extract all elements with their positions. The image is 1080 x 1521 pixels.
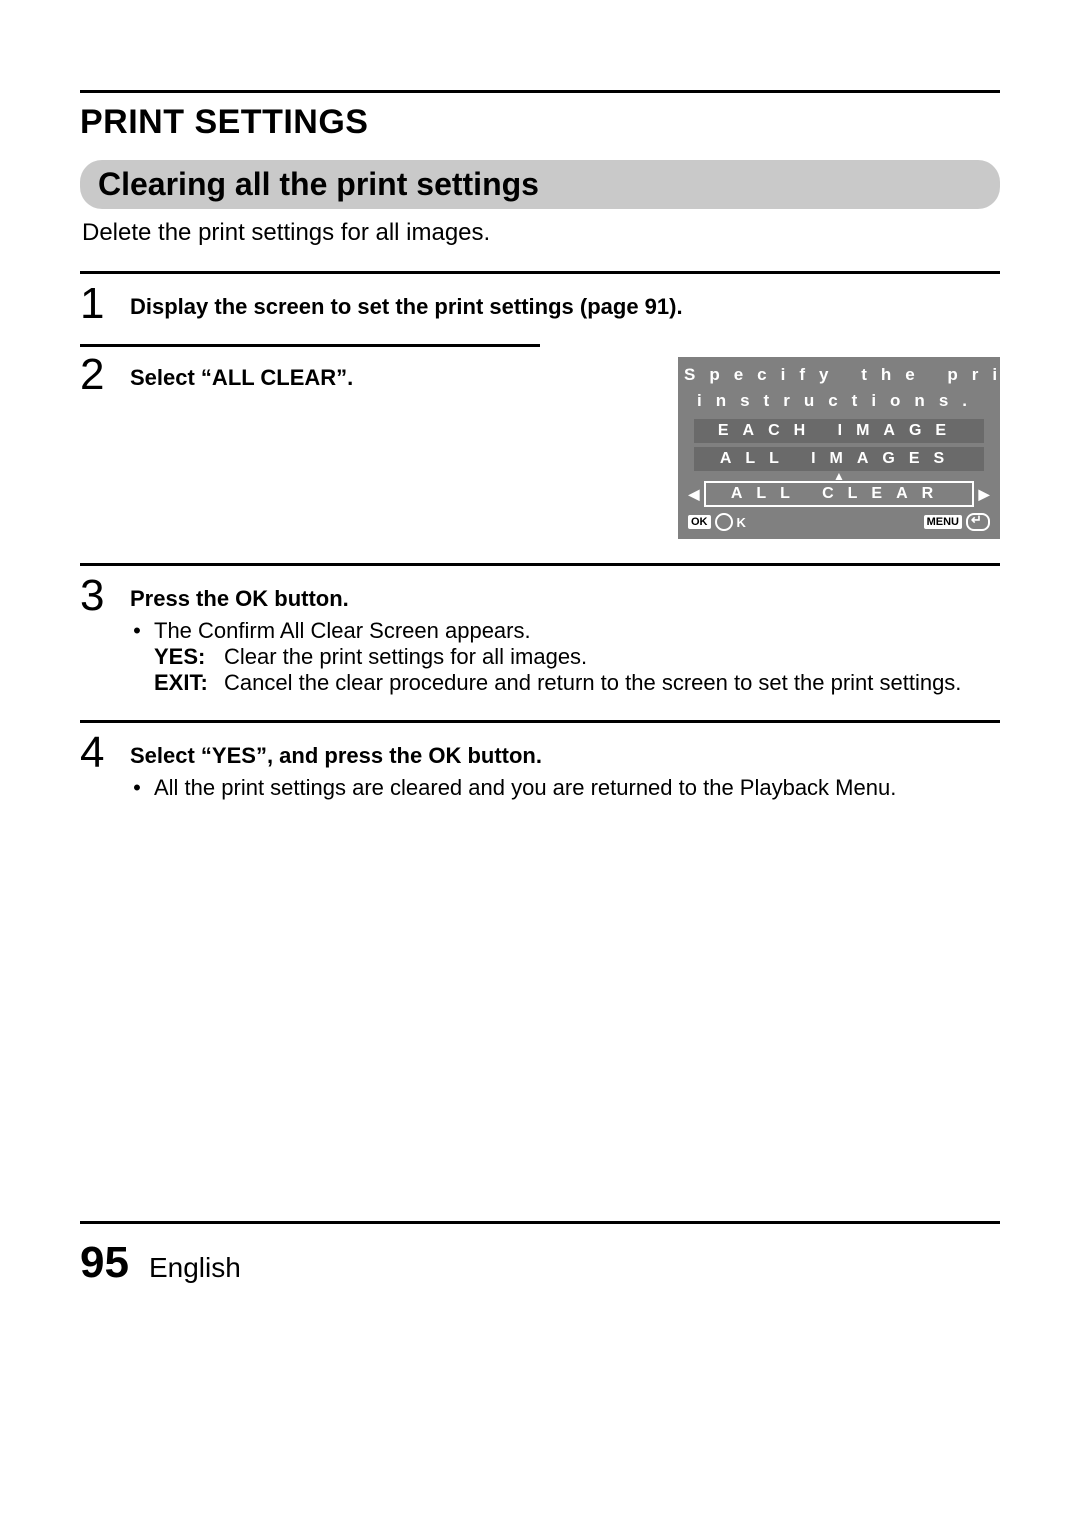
step-number: 1 bbox=[80, 282, 116, 326]
lcd-option-selected: ALL CLEAR bbox=[704, 481, 974, 507]
def-label: EXIT: bbox=[154, 670, 216, 696]
left-arrow-icon: ◀ bbox=[688, 486, 700, 503]
step-title: Select “ALL CLEAR”. bbox=[130, 365, 353, 390]
step-4: 4 Select “YES”, and press the OK button.… bbox=[80, 731, 1000, 801]
def-label: YES: bbox=[154, 644, 216, 670]
lcd-option-text: EACH IMAGE bbox=[718, 422, 960, 439]
ok-letter: K bbox=[737, 515, 746, 530]
step-separator bbox=[80, 563, 1000, 566]
lcd-footer: OK K MENU bbox=[684, 513, 994, 533]
def-text: Cancel the clear procedure and return to… bbox=[224, 670, 961, 696]
step-number: 2 bbox=[80, 353, 116, 397]
ok-badge-box: OK bbox=[688, 515, 711, 529]
right-arrow-icon: ▶ bbox=[978, 486, 990, 503]
menu-indicator: MENU bbox=[924, 513, 990, 531]
step-3: 3 Press the OK button. • The Confirm All… bbox=[80, 574, 1000, 696]
menu-badge-box: MENU bbox=[924, 515, 962, 529]
up-arrow-icon: ▲ bbox=[684, 473, 994, 479]
lcd-option-text: ALL IMAGES bbox=[720, 450, 958, 467]
step-number: 4 bbox=[80, 731, 116, 775]
language-label: English bbox=[149, 1252, 241, 1284]
lcd-text: Specify the print bbox=[684, 365, 1055, 384]
manual-page: PRINT SETTINGS Clearing all the print se… bbox=[0, 0, 1080, 1348]
step-separator bbox=[80, 271, 1000, 274]
page-number: 95 bbox=[80, 1238, 129, 1288]
bullet-text: All the print settings are cleared and y… bbox=[154, 775, 896, 801]
step-separator bbox=[80, 344, 540, 347]
page-footer: 95 English bbox=[80, 1221, 1000, 1288]
top-rule bbox=[80, 90, 1000, 93]
step-separator bbox=[80, 720, 1000, 723]
lcd-option: ALL IMAGES bbox=[694, 447, 984, 471]
step-title: Display the screen to set the print sett… bbox=[130, 294, 683, 319]
bullet-icon: • bbox=[130, 618, 144, 644]
lcd-option: EACH IMAGE bbox=[694, 419, 984, 443]
camera-lcd-screen: Specify the print instructions. EACH IMA… bbox=[678, 357, 1000, 539]
return-icon bbox=[966, 513, 990, 531]
bullet-text: The Confirm All Clear Screen appears. bbox=[154, 618, 531, 644]
lcd-option-text: ALL CLEAR bbox=[731, 485, 947, 502]
step-bullets: • The Confirm All Clear Screen appears. … bbox=[130, 618, 1000, 696]
lcd-selected-row: ◀ ALL CLEAR ▶ bbox=[688, 481, 990, 507]
step-title: Press the OK button. bbox=[130, 586, 1000, 612]
def-text: Clear the print settings for all images. bbox=[224, 644, 587, 670]
page-header: PRINT SETTINGS bbox=[80, 103, 1000, 142]
step-2: 2 Select “ALL CLEAR”. Specify the print … bbox=[80, 353, 1000, 539]
ok-indicator: OK K bbox=[688, 513, 746, 531]
bullet-icon: • bbox=[130, 775, 144, 801]
step-title: Select “YES”, and press the OK button. bbox=[130, 743, 1000, 769]
section-intro: Delete the print settings for all images… bbox=[82, 219, 1000, 247]
lcd-text: instructions. bbox=[697, 391, 981, 410]
section-heading: Clearing all the print settings bbox=[80, 160, 1000, 209]
lcd-title-line: Specify the print bbox=[684, 363, 994, 389]
step-number: 3 bbox=[80, 574, 116, 618]
step-1: 1 Display the screen to set the print se… bbox=[80, 282, 1000, 326]
lcd-title-line: instructions. bbox=[684, 389, 994, 415]
ok-circle-icon bbox=[715, 513, 733, 531]
